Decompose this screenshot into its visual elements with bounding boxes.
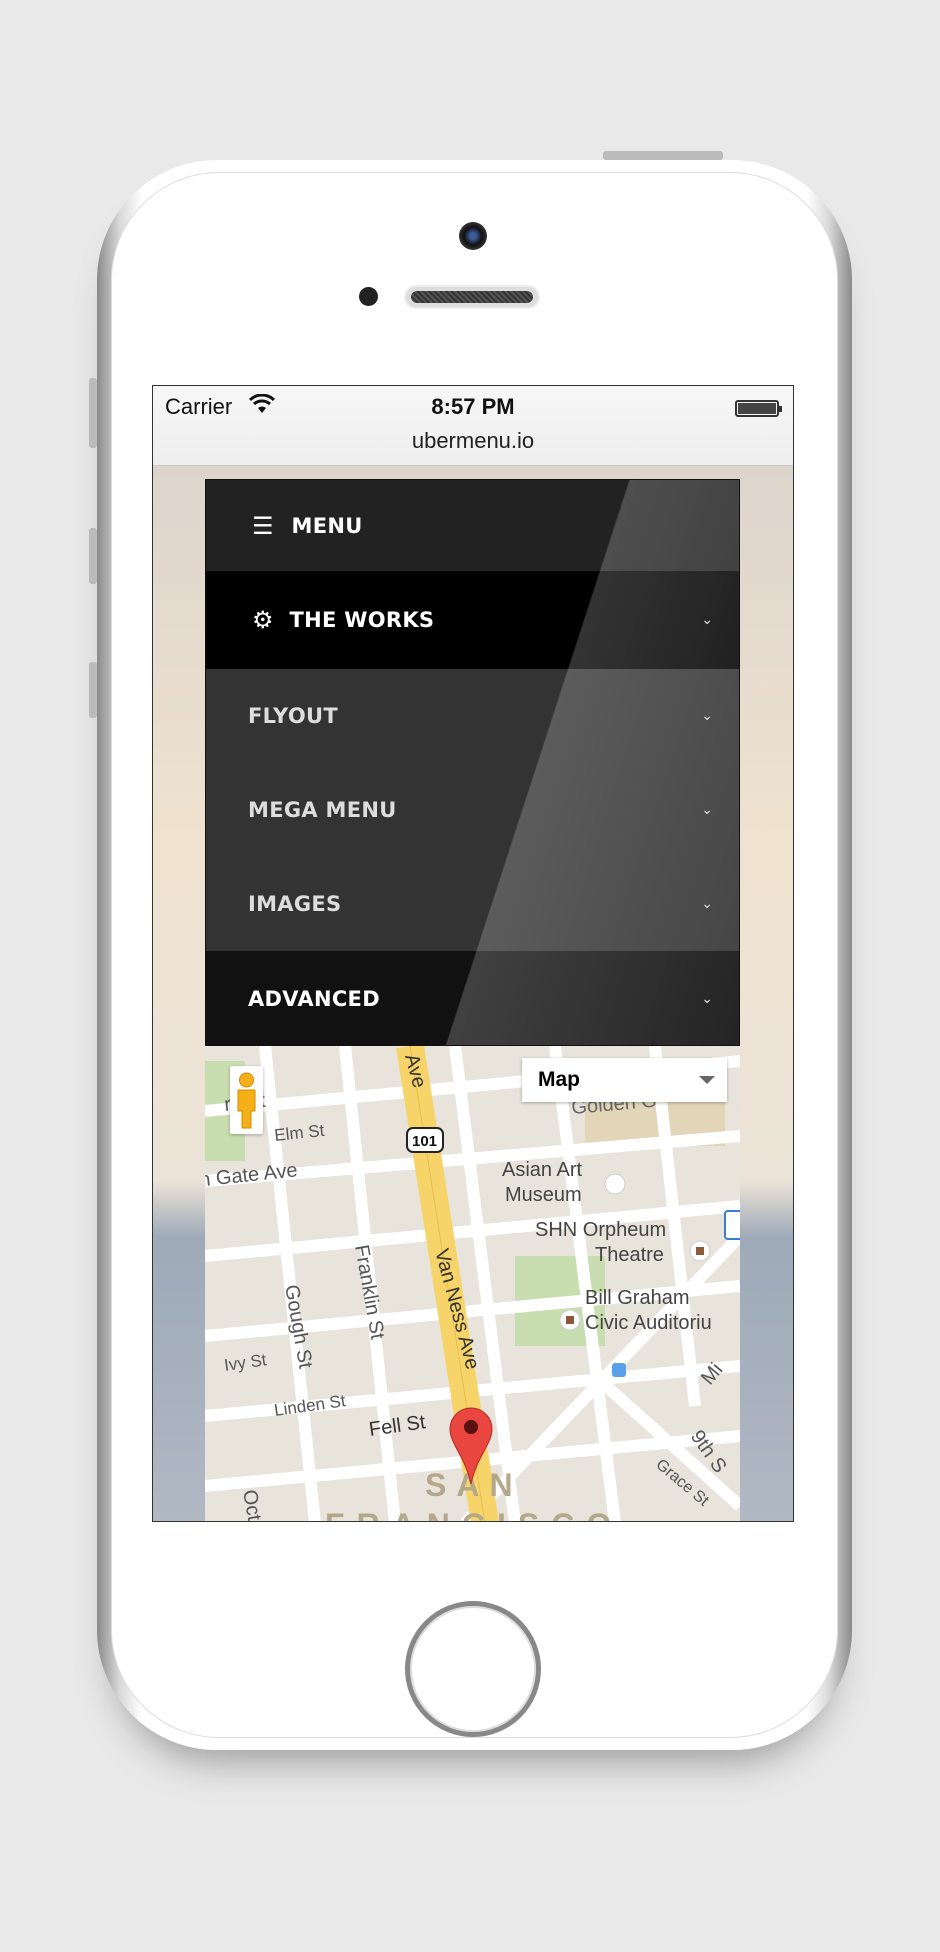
svg-text:101: 101: [412, 1133, 437, 1150]
sensor-icon: [359, 287, 378, 306]
clock: 8:57 PM: [431, 394, 515, 419]
menu-item-label: THE WORKS: [289, 608, 435, 632]
svg-text:Oct: Oct: [238, 1488, 265, 1522]
chevron-down-icon[interactable]: ⌄: [701, 708, 713, 724]
menu-item-label: IMAGES: [248, 892, 342, 916]
svg-text:Grace St: Grace St: [652, 1456, 712, 1510]
ubermenu: ☰ MENU ⚙ THE WORKS ⌄ FLYOUT ⌄ MEGA MENU …: [205, 479, 740, 1047]
menu-item-images[interactable]: IMAGES ⌄: [206, 857, 739, 951]
home-button[interactable]: [405, 1601, 541, 1737]
map-type-select[interactable]: Map: [522, 1058, 727, 1102]
menu-item-advanced[interactable]: ADVANCED ⌄: [206, 951, 739, 1047]
svg-text:SHN Orpheum: SHN Orpheum: [535, 1219, 666, 1241]
map-type-value: Map: [538, 1068, 580, 1091]
menu-item-label: FLYOUT: [248, 704, 338, 728]
menu-item-the-works[interactable]: ⚙ THE WORKS ⌄: [206, 571, 739, 669]
status-bar: Carrier 8:57 PM ubermenu.io: [153, 386, 793, 466]
power-button: [603, 151, 723, 160]
speaker-grille: [404, 285, 540, 309]
pegman-icon[interactable]: [230, 1066, 263, 1134]
menu-toggle[interactable]: ☰ MENU: [206, 480, 739, 571]
volume-up-button: [89, 528, 97, 584]
camera-icon: [459, 222, 487, 250]
chevron-down-icon[interactable]: ⌄: [701, 896, 713, 912]
chevron-down-icon[interactable]: ⌄: [701, 612, 713, 628]
svg-text:Theatre: Theatre: [595, 1244, 664, 1266]
highway-101-shield: 101: [406, 1127, 444, 1153]
svg-text:Linden St: Linden St: [273, 1391, 347, 1420]
mute-switch: [89, 378, 97, 448]
menu-toggle-label: MENU: [291, 513, 363, 538]
menu-item-label: MEGA MENU: [248, 798, 397, 822]
menu-item-label: ADVANCED: [248, 987, 380, 1011]
volume-down-button: [89, 662, 97, 718]
svg-text:Fell St: Fell St: [368, 1411, 428, 1441]
screen: Carrier 8:57 PM ubermenu.io ☰ MENU ⚙ THE…: [152, 385, 794, 1522]
svg-text:Asian Art: Asian Art: [502, 1159, 582, 1181]
svg-text:Ivy St: Ivy St: [223, 1350, 268, 1375]
hamburger-icon: ☰: [252, 511, 274, 540]
address-bar[interactable]: ubermenu.io: [153, 428, 793, 454]
dropdown-arrow-icon: [699, 1076, 715, 1092]
menu-item-mega-menu[interactable]: MEGA MENU ⌄: [206, 763, 739, 857]
chevron-down-icon[interactable]: ⌄: [701, 802, 713, 818]
svg-text:Bill Graham: Bill Graham: [585, 1287, 689, 1309]
chevron-down-icon[interactable]: ⌄: [701, 991, 713, 1007]
menu-item-flyout[interactable]: FLYOUT ⌄: [206, 669, 739, 763]
svg-text:Civic Auditoriu: Civic Auditoriu: [585, 1312, 712, 1334]
svg-text:FRANCISCO: FRANCISCO: [325, 1507, 623, 1522]
battery-icon: [735, 400, 782, 417]
gear-icon: ⚙: [252, 606, 274, 634]
google-map[interactable]: rk St Elm St n Gate Ave Asian ArtMuseum …: [205, 1046, 740, 1522]
svg-text:Elm St: Elm St: [273, 1121, 325, 1145]
svg-text:Museum: Museum: [505, 1184, 582, 1206]
